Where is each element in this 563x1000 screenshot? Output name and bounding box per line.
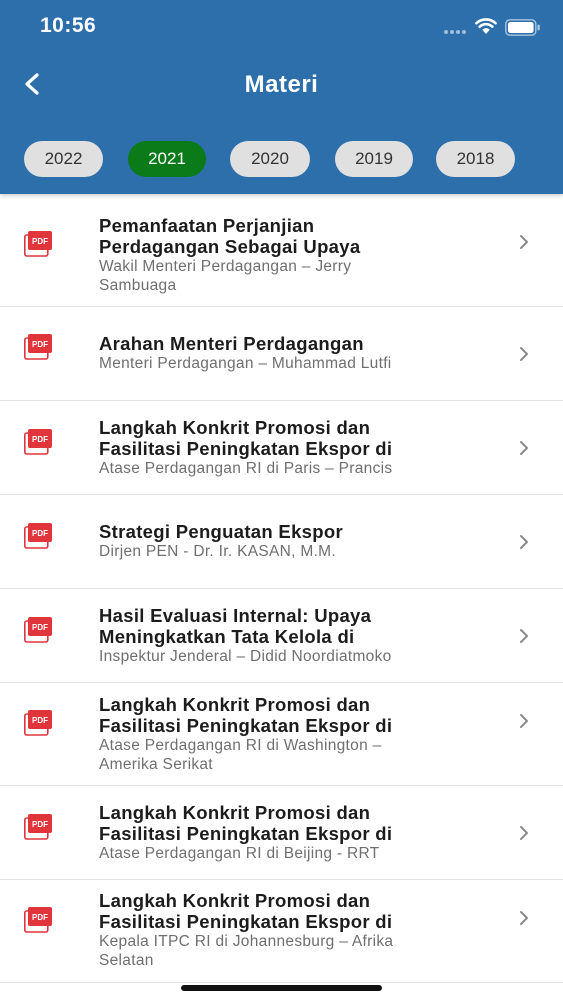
item-title-line: Pemanfaatan Perjanjian [99, 215, 315, 236]
status-bar: 10:56 [0, 0, 563, 52]
item-title-line: Meningkatkan Tata Kelola di [99, 626, 355, 647]
item-subtitle-line: Kepala ITPC RI di Johannesburg – Afrika [99, 933, 394, 950]
chevron-right-icon [520, 826, 528, 840]
item-title-line: Langkah Konkrit Promosi dan [99, 890, 371, 911]
svg-text:PDF: PDF [32, 237, 48, 246]
item-text: Langkah Konkrit Promosi dan Fasilitasi P… [99, 694, 499, 774]
pdf-file-icon: PDF [24, 617, 52, 643]
item-title-line: Fasilitasi Peningkatan Ekspor di [99, 823, 393, 844]
svg-text:PDF: PDF [32, 820, 48, 829]
wifi-icon [475, 18, 497, 34]
navigation-bar: Materi [0, 52, 563, 122]
item-subtitle-line: Wakil Menteri Perdagangan – Jerry [99, 258, 352, 275]
pdf-file-icon: PDF [24, 231, 52, 257]
item-text: Hasil Evaluasi Internal: Upaya Meningkat… [99, 605, 499, 666]
tab-year-2019[interactable]: 2019 [335, 141, 413, 177]
item-subtitle-line: Selatan [99, 952, 154, 969]
svg-text:PDF: PDF [32, 913, 48, 922]
item-subtitle-line: Sambuaga [99, 277, 177, 294]
list-item[interactable]: PDF Arahan Menteri Perdagangan Menteri P… [0, 307, 563, 401]
item-subtitle-line: Amerika Serikat [99, 756, 213, 773]
chevron-right-icon [520, 235, 528, 249]
svg-text:PDF: PDF [32, 529, 48, 538]
pdf-file-icon: PDF [24, 814, 52, 840]
pdf-file-icon: PDF [24, 710, 52, 736]
year-filter-tabs: 2022 2021 2020 2019 2018 [0, 141, 563, 177]
battery-icon [505, 19, 540, 36]
item-text: Strategi Penguatan Ekspor Dirjen PEN - D… [99, 521, 499, 561]
chevron-right-icon [520, 629, 528, 643]
pdf-file-icon: PDF [24, 334, 52, 360]
pdf-file-icon: PDF [24, 907, 52, 933]
chevron-right-icon [520, 911, 528, 925]
tab-year-2020[interactable]: 2020 [230, 141, 310, 177]
status-time: 10:56 [40, 14, 97, 37]
home-indicator [181, 985, 382, 991]
item-title-line: Hasil Evaluasi Internal: Upaya [99, 605, 372, 626]
item-title-line: Arahan Menteri Perdagangan [99, 333, 364, 354]
list-item[interactable]: PDF Pemanfaatan Perjanjian Perdagangan S… [0, 196, 563, 307]
list-item[interactable]: PDF Langkah Konkrit Promosi dan Fasilita… [0, 683, 563, 786]
list-item[interactable]: PDF Langkah Konkrit Promosi dan Fasilita… [0, 401, 563, 495]
item-title-line: Langkah Konkrit Promosi dan [99, 417, 371, 438]
materials-list: PDF Pemanfaatan Perjanjian Perdagangan S… [0, 196, 563, 983]
list-item[interactable]: PDF Langkah Konkrit Promosi dan Fasilita… [0, 880, 563, 983]
pdf-file-icon: PDF [24, 429, 52, 455]
item-title-line: Strategi Penguatan Ekspor [99, 521, 343, 542]
item-text: Arahan Menteri Perdagangan Menteri Perda… [99, 333, 499, 373]
item-title-line: Langkah Konkrit Promosi dan [99, 802, 371, 823]
item-title-line: Fasilitasi Peningkatan Ekspor di [99, 911, 393, 932]
list-item[interactable]: PDF Langkah Konkrit Promosi dan Fasilita… [0, 786, 563, 880]
list-item[interactable]: PDF Strategi Penguatan Ekspor Dirjen PEN… [0, 495, 563, 589]
item-text: Langkah Konkrit Promosi dan Fasilitasi P… [99, 802, 499, 863]
tab-year-2018[interactable]: 2018 [436, 141, 515, 177]
item-subtitle-line: Atase Perdagangan RI di Washington – [99, 737, 382, 754]
svg-text:PDF: PDF [32, 716, 48, 725]
chevron-right-icon [520, 441, 528, 455]
chevron-right-icon [520, 714, 528, 728]
item-text: Pemanfaatan Perjanjian Perdagangan Sebag… [99, 215, 499, 295]
list-item[interactable]: PDF Hasil Evaluasi Internal: Upaya Menin… [0, 589, 563, 683]
chevron-right-icon [520, 535, 528, 549]
page-title: Materi [244, 71, 319, 98]
item-text: Langkah Konkrit Promosi dan Fasilitasi P… [99, 890, 499, 970]
app-header: 10:56 Materi 2022 2021 2020 2019 2018 [0, 0, 563, 194]
item-title-line: Fasilitasi Peningkatan Ekspor di [99, 715, 393, 736]
item-subtitle-line: Atase Perdagangan RI di Paris – Prancis [99, 460, 393, 477]
tab-year-2022[interactable]: 2022 [24, 141, 103, 177]
chevron-right-icon [520, 347, 528, 361]
item-subtitle-line: Menteri Perdagangan – Muhammad Lutfi [99, 355, 392, 372]
svg-text:PDF: PDF [32, 435, 48, 444]
item-title-line: Fasilitasi Peningkatan Ekspor di [99, 438, 393, 459]
item-text: Langkah Konkrit Promosi dan Fasilitasi P… [99, 417, 499, 478]
svg-text:PDF: PDF [32, 340, 48, 349]
pdf-file-icon: PDF [24, 523, 52, 549]
item-subtitle-line: Dirjen PEN - Dr. Ir. KASAN, M.M. [99, 543, 336, 560]
item-subtitle-line: Inspektur Jenderal – Didid Noordiatmoko [99, 648, 392, 665]
item-title-line: Perdagangan Sebagai Upaya [99, 236, 361, 257]
svg-text:PDF: PDF [32, 623, 48, 632]
tab-year-2021[interactable]: 2021 [128, 141, 206, 177]
item-subtitle-line: Atase Perdagangan RI di Beijing - RRT [99, 845, 380, 862]
item-title-line: Langkah Konkrit Promosi dan [99, 694, 371, 715]
cellular-signal-icon [444, 26, 468, 34]
